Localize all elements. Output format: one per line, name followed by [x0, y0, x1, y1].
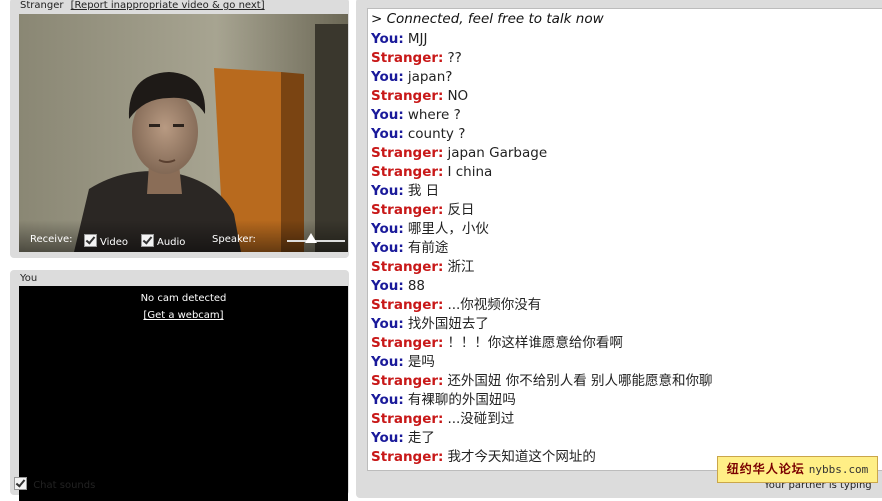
message-text: ...没碰到过: [447, 411, 515, 427]
chat-message: Stranger: 浙江: [371, 258, 474, 277]
message-text: 我才今天知道这个网址的: [447, 449, 596, 465]
message-text: 是吗: [407, 354, 435, 370]
chat-message: You: 哪里人，小伙: [371, 220, 489, 239]
sender-stranger: Stranger:: [371, 164, 444, 180]
sender-you: You:: [371, 221, 404, 237]
stranger-video-panel: Stranger [Report inappropriate video & g…: [10, 0, 349, 258]
no-cam-message: No cam detected: [140, 293, 227, 304]
stranger-video-frame: [19, 14, 348, 252]
sender-stranger: Stranger:: [371, 202, 444, 218]
chat-panel: > Connected, feel free to talk now You: M…: [356, 0, 882, 498]
chat-message: Stranger: ...没碰到过: [371, 410, 514, 429]
chat-message: You: MJJ: [371, 30, 427, 49]
chat-message: Stranger: 还外国妞 你不给别人看 别人哪能愿意和你聊: [371, 372, 713, 391]
chat-message: You: 有前途: [371, 239, 448, 258]
sender-you: You:: [371, 316, 404, 332]
chat-message: Stranger: japan Garbage: [371, 144, 547, 163]
message-text: 哪里人，小伙: [407, 221, 489, 237]
message-text: MJJ: [407, 31, 428, 47]
sender-stranger: Stranger:: [371, 373, 444, 389]
chat-message: You: 是吗: [371, 353, 435, 372]
chat-message: You: where ?: [371, 106, 461, 125]
audio-checkbox[interactable]: [141, 234, 154, 247]
receive-label: Receive:: [30, 234, 73, 245]
chat-message: Stranger: ！！！你这样谁愿意给你看啊: [371, 334, 623, 353]
message-text: ??: [447, 50, 462, 66]
chat-sounds-label: Chat sounds: [33, 480, 96, 491]
sender-you: You:: [371, 240, 404, 256]
speaker-label: Speaker:: [212, 234, 256, 245]
forum-watermark: 纽约华人论坛 nybbs.com: [717, 456, 878, 483]
report-video-link[interactable]: [Report inappropriate video & go next]: [71, 0, 265, 11]
chat-message: You: 找外国妞去了: [371, 315, 489, 334]
message-text: japan?: [407, 69, 453, 85]
message-text: ...你视频你没有: [447, 297, 542, 313]
message-text: 88: [407, 278, 426, 294]
chat-message: Stranger: NO: [371, 87, 468, 106]
chat-log[interactable]: > Connected, feel free to talk now You: M…: [367, 8, 882, 471]
connection-status: > Connected, feel free to talk now: [371, 11, 604, 27]
audio-label: Audio: [157, 237, 186, 248]
message-text: 我 日: [407, 183, 440, 199]
sender-you: You:: [371, 107, 404, 123]
chat-message: Stranger: 反日: [371, 201, 474, 220]
speaker-volume-handle[interactable]: [305, 233, 317, 243]
stranger-panel-header: Stranger [Report inappropriate video & g…: [20, 0, 265, 11]
chat-message: You: 走了: [371, 429, 435, 448]
video-controls-bar: Receive: Video Audio Speaker:: [19, 220, 348, 252]
watermark-name: 纽约华人论坛: [726, 462, 805, 476]
sender-stranger: Stranger:: [371, 297, 444, 313]
chat-message: You: japan?: [371, 68, 452, 87]
chat-message: Stranger: I china: [371, 163, 492, 182]
sender-you: You:: [371, 183, 404, 199]
chat-message: You: county ?: [371, 125, 465, 144]
sender-you: You:: [371, 430, 404, 446]
message-text: where ?: [407, 107, 461, 123]
sender-stranger: Stranger:: [371, 88, 444, 104]
chat-message: Stranger: 我才今天知道这个网址的: [371, 448, 596, 467]
receive-audio-toggle[interactable]: Audio: [141, 234, 185, 248]
message-text: 有裸聊的外国妞吗: [407, 392, 516, 408]
chat-message: Stranger:??: [371, 49, 462, 68]
video-checkbox[interactable]: [84, 234, 97, 247]
chat-message: You: 有裸聊的外国妞吗: [371, 391, 516, 410]
sender-stranger: Stranger:: [371, 411, 444, 427]
message-text: ！！！你这样谁愿意给你看啊: [447, 335, 623, 351]
get-webcam-link[interactable]: [Get a webcam]: [143, 310, 223, 321]
chat-message: Stranger: ...你视频你没有: [371, 296, 541, 315]
sender-stranger: Stranger:: [371, 259, 444, 275]
message-text: 浙江: [447, 259, 475, 275]
watermark-url: nybbs.com: [808, 463, 869, 476]
message-text: 走了: [407, 430, 435, 446]
message-text: I china: [447, 164, 493, 180]
chat-sounds-checkbox[interactable]: [14, 477, 27, 490]
sender-you: You:: [371, 126, 404, 142]
you-video-feed: No cam detected [Get a webcam]: [19, 286, 348, 501]
receive-video-toggle[interactable]: Video: [84, 234, 128, 248]
sender-you: You:: [371, 354, 404, 370]
message-text: 还外国妞 你不给别人看 别人哪能愿意和你聊: [447, 373, 713, 389]
sender-you: You:: [371, 278, 404, 294]
chat-message: You: 我 日: [371, 182, 439, 201]
message-text: 反日: [447, 202, 475, 218]
sender-you: You:: [371, 69, 404, 85]
you-label: You: [20, 273, 38, 284]
chat-message: You: 88: [371, 277, 425, 296]
message-text: japan Garbage: [447, 145, 548, 161]
you-video-panel: You No cam detected [Get a webcam]: [10, 270, 349, 501]
sender-you: You:: [371, 392, 404, 408]
sender-stranger: Stranger:: [371, 145, 444, 161]
sender-stranger: Stranger:: [371, 449, 444, 465]
sender-you: You:: [371, 31, 404, 47]
message-text: 找外国妞去了: [407, 316, 489, 332]
stranger-video-feed: Receive: Video Audio Speaker:: [19, 14, 348, 252]
message-text: NO: [447, 88, 469, 104]
stranger-label: Stranger: [20, 0, 64, 11]
sender-stranger: Stranger:: [371, 335, 444, 351]
sender-stranger: Stranger:: [371, 50, 444, 66]
video-label: Video: [100, 237, 129, 248]
message-text: 有前途: [407, 240, 449, 256]
message-text: county ?: [407, 126, 466, 142]
